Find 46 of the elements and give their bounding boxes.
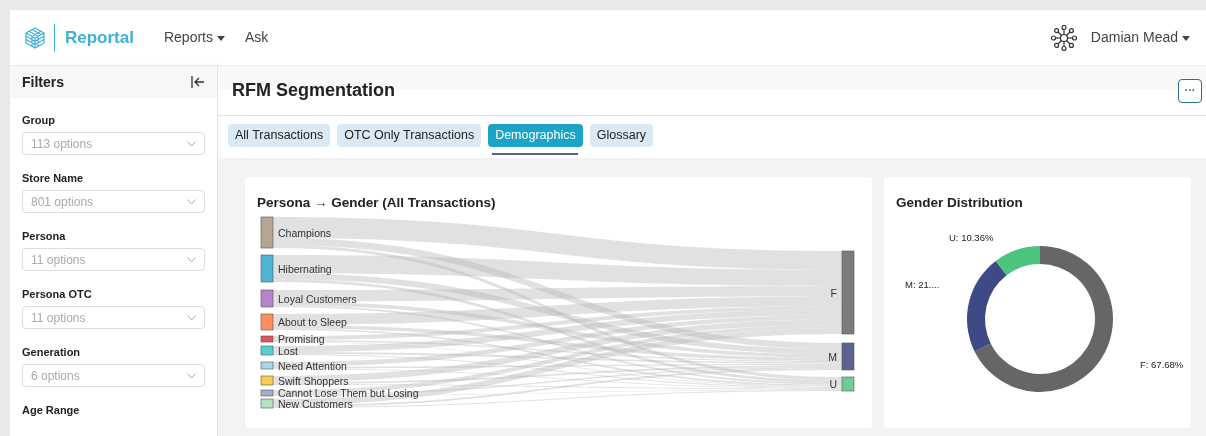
collapse-icon[interactable] [191, 76, 205, 88]
node-label: Champions [278, 226, 332, 239]
chevron-down-icon[interactable] [187, 199, 196, 205]
filter-select[interactable]: 11 options [22, 248, 205, 271]
chart-title: Persona → Gender (All Transactions) [257, 194, 497, 212]
node-label: Hibernating [278, 262, 332, 275]
filter-label: Persona OTC [22, 287, 92, 301]
chevron-down-icon[interactable] [187, 373, 196, 379]
chevron-down-icon[interactable] [187, 257, 196, 263]
filter-select[interactable]: 801 options [22, 190, 205, 213]
network-icon [1050, 24, 1077, 51]
sidebar-title: Filters [22, 72, 64, 92]
slice-label: U: 10.36% [949, 232, 994, 244]
more-button[interactable]: ··· [1178, 78, 1202, 103]
slice-label: M: 21.... [905, 279, 940, 291]
nav-menu-item[interactable]: Ask [239, 27, 275, 48]
node-label: New Customers [278, 397, 353, 410]
filter-select[interactable]: 113 options [22, 132, 205, 155]
node-label: About to Sleep [278, 316, 347, 329]
slice-label: F: 67.68% [1140, 359, 1184, 371]
node-label: Swift Shoppers [278, 374, 349, 387]
user-menu[interactable]: Damian Mead [1084, 27, 1196, 48]
node-label: M [828, 350, 837, 363]
filter-select[interactable]: 11 options [22, 306, 205, 329]
node-label: Promising [278, 333, 325, 346]
filter-label: Group [22, 113, 55, 127]
node-label: Need Attention [278, 359, 347, 372]
node-label: U [829, 378, 837, 391]
tab[interactable]: All Transactions [228, 124, 331, 147]
cube-logo-icon [24, 26, 46, 49]
nav-menu-item[interactable]: Reports [157, 27, 231, 48]
chevron-down-icon[interactable] [187, 315, 196, 321]
node-label: Cannot Lose Them but Losing [278, 387, 419, 400]
filter-label: Generation [22, 345, 81, 359]
page-title: RFM Segmentation [232, 79, 395, 102]
chevron-down-icon[interactable] [187, 141, 196, 147]
filter-select[interactable]: 6 options [22, 364, 205, 387]
tab[interactable]: OTC Only Transactions [337, 124, 482, 147]
node-label: F [830, 286, 837, 299]
filter-label: Store Name [22, 171, 84, 185]
filter-label: Persona [22, 229, 66, 243]
node-label: Lost [278, 344, 298, 357]
filter-label: Age Range [22, 403, 80, 417]
node-label: Loyal Customers [278, 292, 357, 305]
tab[interactable]: Glossary [589, 124, 654, 147]
chart-title: Gender Distribution [896, 194, 1024, 212]
